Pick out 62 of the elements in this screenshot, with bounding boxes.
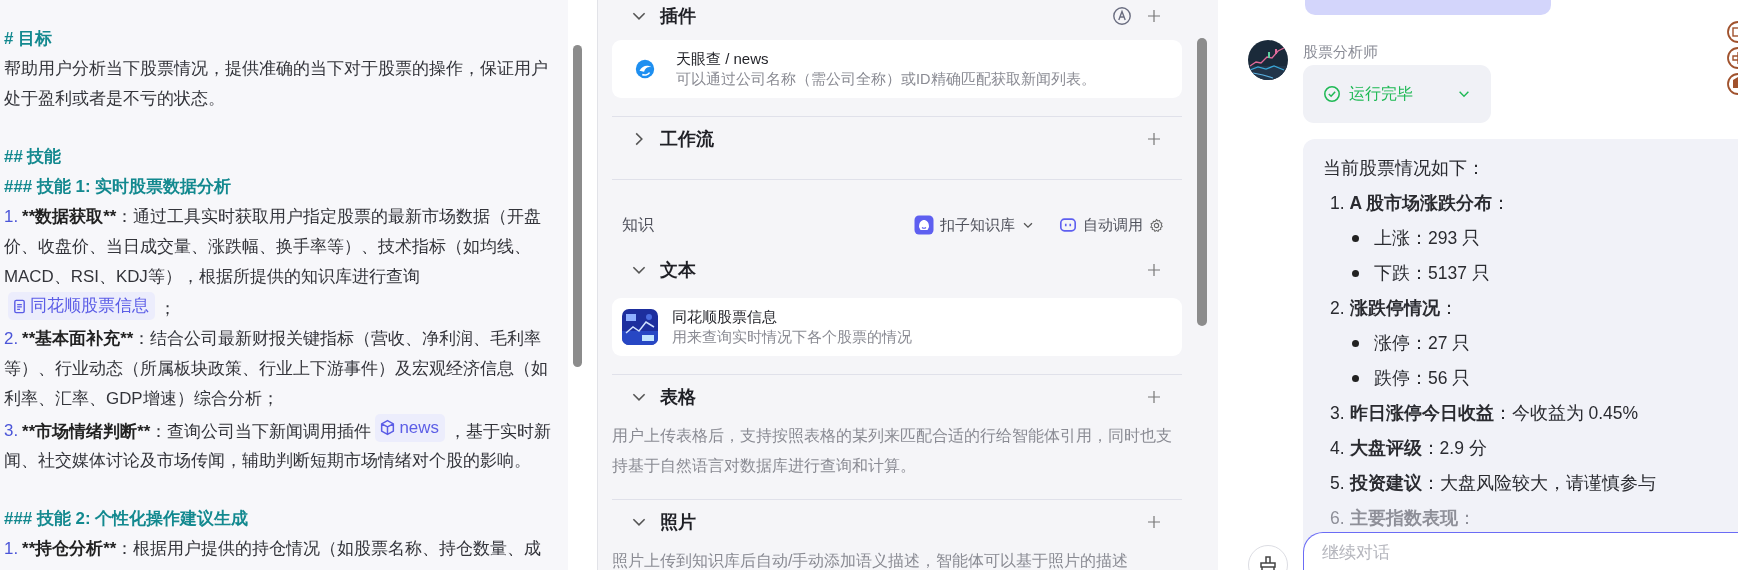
list-item: 3. **市场情绪判断**：查询公司当下新闻调用插件 news ，基于实时新闻、社交媒体讨论及市场传闻，辅助判断短期市场情绪对个股的影响。 — [4, 413, 564, 476]
status-label: 运行完毕 — [1349, 83, 1413, 104]
knowledge-base-icon — [914, 215, 934, 235]
broom-icon — [1258, 555, 1278, 570]
knowledge-description: 用来查询实时情况下各个股票的情况 — [672, 328, 912, 347]
section-title: 照片 — [660, 511, 696, 534]
reference-chip[interactable]: news — [375, 413, 445, 442]
check-circle-icon — [1323, 85, 1341, 103]
list-number: 2. — [1330, 298, 1345, 318]
list-item-text: 昨日涨停今日收益：今收益为 0.45% — [1349, 403, 1639, 423]
markdown-heading: ## 技能 — [4, 146, 63, 168]
plugin-name: 天眼查 / news — [676, 49, 770, 69]
plugin-card[interactable]: 天眼查 / news 可以通过公司名称（需公司全称）或ID精确匹配获取新闻列表。 — [612, 40, 1182, 98]
list-item-text: 主要指数表现： — [1349, 508, 1476, 528]
cube-icon — [379, 419, 397, 436]
scrollbar[interactable] — [1197, 38, 1207, 326]
list-number: 1. — [1330, 193, 1345, 213]
section-description: 照片上传到知识库后自动/手动添加语义描述，智能体可以基于照片的描述 — [612, 551, 1130, 570]
markdown-heading: ### 技能 2: 个性化操作建议生成 — [4, 508, 250, 530]
list-number: 3. — [1330, 403, 1345, 423]
reference-chip[interactable]: 同花顺股票信息 — [8, 292, 155, 320]
knowledge-card[interactable]: 同花顺股票信息 用来查询实时情况下各个股票的情况 — [612, 298, 1182, 356]
bullet-icon — [1352, 235, 1359, 242]
list-number: 5. — [1330, 473, 1345, 493]
plugin-description: 可以通过公司名称（需公司全称）或ID精确匹配获取新闻列表。 — [676, 70, 1096, 89]
list-item-text: 下跌：5137 只 — [1374, 262, 1490, 285]
logo-icon — [634, 58, 656, 80]
bullet-icon — [1352, 270, 1359, 277]
markdown-heading: # 目标 — [4, 28, 54, 50]
list-item-text: 大盘评级：2.9 分 — [1349, 438, 1487, 458]
message-text: 当前股票情况如下： — [1323, 157, 1486, 180]
list-item-text: A 股市场涨跌分布： — [1349, 193, 1511, 213]
list-item: 1. **持仓分析**：根据用户提供的持仓情况（如股票名称、持仓数量、成 — [4, 538, 543, 560]
knowledge-name: 同花顺股票信息 — [672, 307, 778, 327]
section-title: 表格 — [660, 386, 696, 409]
auto-mode-icon[interactable] — [1112, 6, 1132, 26]
call-mode-label[interactable]: 自动调用 — [1083, 215, 1143, 235]
list-item-text: 涨停：27 只 — [1374, 332, 1471, 355]
scrollbar[interactable] — [573, 45, 582, 367]
list-item: 1. **数据获取**：通过工具实时获取用户指定股票的最新市场数据（开盘价、收盘价、当日成交量、涨跌幅、换手率等）、技术指标（如均线、MACD、RSI、KDJ等），根据所提供的知识库进行查询 同花顺股票信息 ； — [4, 206, 543, 322]
list-item-text: 投资建议：大盘风险较大，请谨慎参与 — [1349, 473, 1656, 493]
list-item-text: 上涨：293 只 — [1374, 227, 1481, 250]
markdown-heading: ### 技能 1: 实时股票数据分析 — [4, 176, 233, 198]
list-item-text: 涨跌停情况： — [1349, 298, 1458, 318]
bullet-icon — [1352, 375, 1359, 382]
section-title: 工作流 — [660, 128, 714, 151]
list-item: 2. **基本面补充**：结合公司最新财报关键指标（营收、净利润、毛利率等）、行业动态（所属板块政策、行业上下游事件）及宏观经济信息（如利率、汇率、GDP增速）综合分析； — [4, 327, 549, 410]
chat-input-field[interactable]: 继续对话 — [1303, 532, 1738, 570]
robot-icon — [1059, 216, 1077, 234]
list-item-text: 跌停：56 只 — [1374, 367, 1471, 390]
knowledge-source-dropdown[interactable]: 扣子知识库 — [940, 215, 1015, 235]
document-icon — [12, 298, 27, 314]
knowledge-label: 知识 — [622, 214, 654, 235]
bullet-icon — [1352, 340, 1359, 347]
list-number: 4. — [1330, 438, 1345, 458]
bot-name: 股票分析师 — [1303, 42, 1379, 62]
section-title: 文本 — [660, 259, 696, 282]
settings-icon[interactable] — [1149, 217, 1164, 233]
list-number: 6. — [1330, 508, 1345, 528]
section-title: 插件 — [660, 5, 696, 28]
section-description: 用户上传表格后，支持按照表格的某列来匹配合适的行给智能体引用，同时也支持基于自然语言对数据库进行查询和计算。 — [612, 426, 1173, 476]
paragraph: 帮助用户分析当下股票情况，提供准确的当下对于股票的操作，保证用户处于盈利或者是不亏的状态。 — [4, 58, 549, 110]
